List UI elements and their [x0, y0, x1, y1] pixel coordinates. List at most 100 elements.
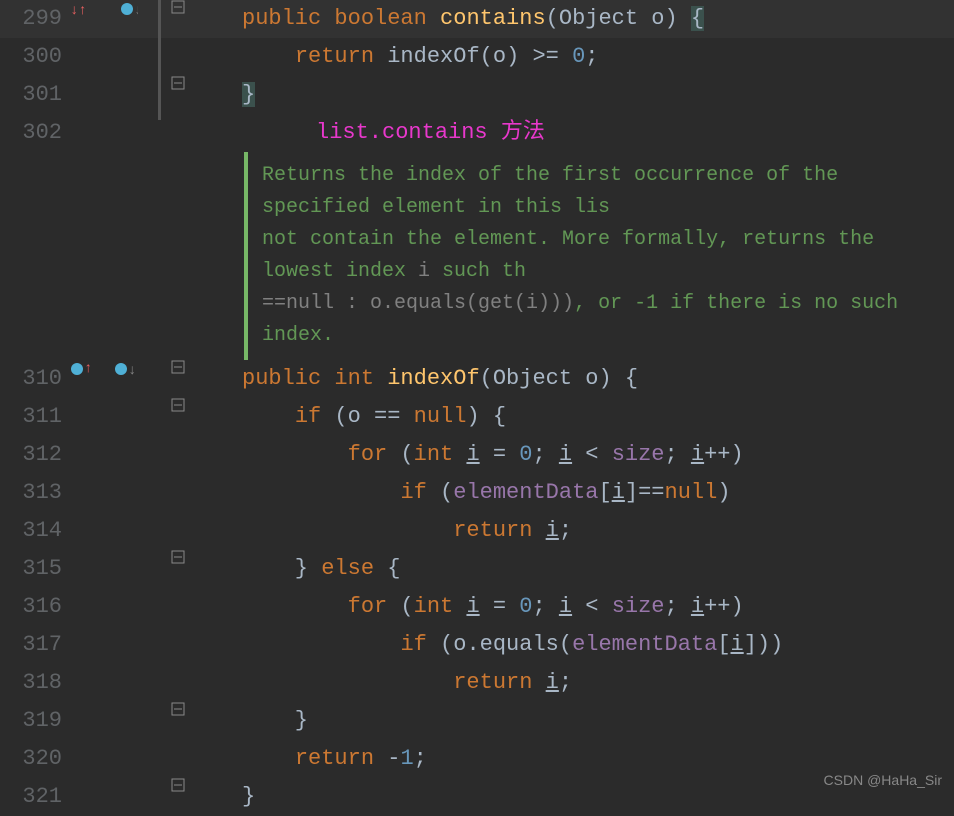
var-i: i: [691, 594, 704, 619]
code-line[interactable]: 316 for (int i = 0; i < size; i++): [0, 588, 954, 626]
var-i: i: [466, 442, 479, 467]
code-editor[interactable]: 299 ↓↑ ↓ public boolean contains(Object …: [0, 0, 954, 816]
fold-toggle[interactable]: [160, 398, 196, 412]
code-line[interactable]: 300 return indexOf(o) >= 0;: [0, 38, 954, 76]
call-equals: equals: [480, 632, 559, 657]
code-content[interactable]: }: [196, 702, 954, 740]
code-line[interactable]: 299 ↓↑ ↓ public boolean contains(Object …: [0, 0, 954, 38]
arg-o: o: [493, 44, 506, 69]
code-content[interactable]: for (int i = 0; i < size; i++): [196, 588, 954, 626]
keyword-for: for: [348, 594, 388, 619]
fold-toggle[interactable]: [160, 702, 196, 716]
keyword-boolean: boolean: [334, 6, 426, 31]
code-line[interactable]: 310 ↑ ↓ public int indexOf(Object o) {: [0, 360, 954, 398]
brace: {: [691, 6, 704, 31]
line-number: 315: [0, 550, 70, 588]
code-content[interactable]: return i;: [196, 512, 954, 550]
javadoc-code: ==null : o.equals(get(i))): [262, 292, 574, 315]
code-content[interactable]: }: [196, 76, 954, 114]
code-content[interactable]: if (o == null) {: [196, 398, 954, 436]
code-content[interactable]: } else {: [196, 550, 954, 588]
code-line[interactable]: 313 if (elementData[i]==null): [0, 474, 954, 512]
var-o: o: [453, 632, 466, 657]
keyword-return: return: [453, 518, 532, 543]
fold-toggle[interactable]: [160, 778, 196, 792]
keyword-return: return: [295, 44, 374, 69]
op-pp: ++: [704, 594, 730, 619]
var-i: i: [559, 442, 572, 467]
keyword-return: return: [295, 746, 374, 771]
field-elementdata: elementData: [453, 480, 598, 505]
override-down-icon[interactable]: ↓: [120, 0, 138, 18]
var-i: i: [546, 670, 559, 695]
literal-0: 0: [572, 44, 585, 69]
code-content[interactable]: for (int i = 0; i < size; i++): [196, 436, 954, 474]
code-content[interactable]: return i;: [196, 664, 954, 702]
var-i: i: [559, 594, 572, 619]
op-eq: =: [493, 594, 506, 619]
code-line[interactable]: 312 for (int i = 0; i < size; i++): [0, 436, 954, 474]
fold-toggle[interactable]: [160, 76, 196, 90]
line-number: 321: [0, 778, 70, 816]
gutter-icons: ↓↑ ↓: [70, 0, 160, 18]
param-o: o: [651, 6, 664, 31]
field-size: size: [612, 442, 665, 467]
brace: }: [242, 82, 255, 107]
line-number: 300: [0, 38, 70, 76]
fold-toggle[interactable]: [160, 360, 196, 374]
keyword-for: for: [348, 442, 388, 467]
op-pp: ++: [704, 442, 730, 467]
var-o: o: [348, 404, 361, 429]
field-elementdata: elementData: [572, 632, 717, 657]
keyword-public: public: [242, 366, 321, 391]
op-lt: <: [585, 594, 598, 619]
literal-0: 0: [519, 442, 532, 467]
code-line[interactable]: 301 }: [0, 76, 954, 114]
code-line[interactable]: 311 if (o == null) {: [0, 398, 954, 436]
line-number: 310: [0, 360, 70, 398]
svg-text:↑: ↑: [84, 361, 92, 377]
code-content[interactable]: public boolean contains(Object o) {: [196, 0, 954, 38]
override-up-icon[interactable]: ↑: [70, 360, 92, 378]
keyword-if: if: [400, 480, 426, 505]
code-content[interactable]: return indexOf(o) >= 0;: [196, 38, 954, 76]
keyword-int: int: [334, 366, 374, 391]
code-content[interactable]: if (o.equals(elementData[i])): [196, 626, 954, 664]
user-annotation: list.contains 方法: [196, 114, 954, 152]
line-number: 312: [0, 436, 70, 474]
line-number: 316: [0, 588, 70, 626]
code-content[interactable]: public int indexOf(Object o) {: [196, 360, 954, 398]
param-o: o: [585, 366, 598, 391]
keyword-public: public: [242, 6, 321, 31]
method-name: indexOf: [387, 366, 479, 391]
method-name: contains: [440, 6, 546, 31]
line-number: 314: [0, 512, 70, 550]
fold-toggle[interactable]: [160, 550, 196, 564]
field-size: size: [612, 594, 665, 619]
line-number: 320: [0, 740, 70, 778]
call-indexof: indexOf: [387, 44, 479, 69]
override-down-icon[interactable]: ↓: [114, 360, 136, 378]
line-number: 302: [0, 114, 70, 152]
code-line[interactable]: 315 } else {: [0, 550, 954, 588]
code-line[interactable]: 321 }: [0, 778, 954, 816]
javadoc-code: i: [418, 260, 430, 283]
code-content[interactable]: if (elementData[i]==null): [196, 474, 954, 512]
code-line[interactable]: 302 list.contains 方法: [0, 114, 954, 152]
change-marker-bar: [158, 0, 161, 120]
fold-toggle[interactable]: [160, 0, 196, 14]
line-number: 301: [0, 76, 70, 114]
line-number: 317: [0, 626, 70, 664]
code-line[interactable]: 320 return -1;: [0, 740, 954, 778]
line-number: 311: [0, 398, 70, 436]
code-line[interactable]: 314 return i;: [0, 512, 954, 550]
svg-text:↓: ↓: [134, 3, 138, 18]
keyword-return: return: [453, 670, 532, 695]
type-object: Object: [493, 366, 572, 391]
keyword-null: null: [665, 480, 718, 505]
code-line[interactable]: 317 if (o.equals(elementData[i])): [0, 626, 954, 664]
code-line[interactable]: 319 }: [0, 702, 954, 740]
code-line[interactable]: 318 return i;: [0, 664, 954, 702]
var-i: i: [546, 518, 559, 543]
inherit-up-icon[interactable]: ↓↑: [70, 0, 88, 18]
